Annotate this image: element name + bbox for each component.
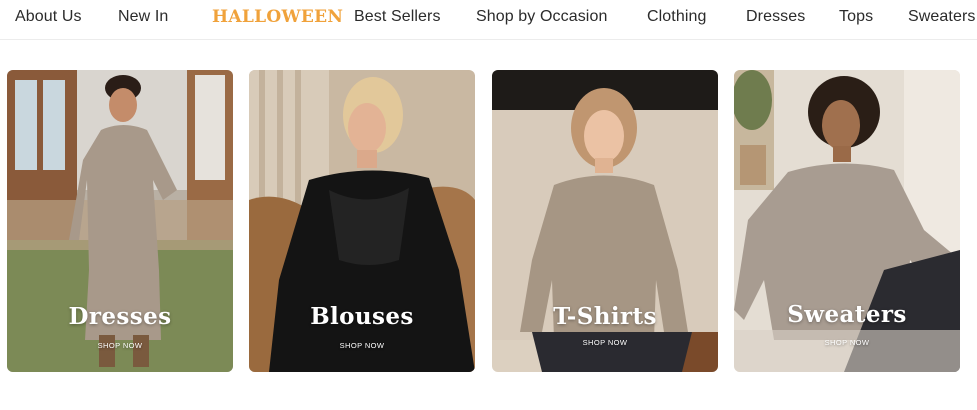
nav-item-about-us[interactable]: About Us [15,8,82,26]
category-card-sweaters[interactable]: Sweaters SHOP NOW [734,70,960,372]
shop-now-link[interactable]: SHOP NOW [734,338,960,347]
category-card-dresses[interactable]: Dresses SHOP NOW [7,70,233,372]
nav-item-best-sellers[interactable]: Best Sellers [354,8,441,26]
top-navigation: About Us New In HALLOWEEN Best Sellers S… [0,0,977,40]
category-title: T-Shirts [553,303,657,330]
nav-item-tops[interactable]: Tops [839,8,873,26]
category-title: Blouses [310,303,414,330]
shop-now-link[interactable]: SHOP NOW [492,338,718,347]
nav-item-new-in[interactable]: New In [118,8,168,26]
nav-item-halloween[interactable]: HALLOWEEN [212,7,343,27]
nav-item-dresses[interactable]: Dresses [746,8,805,26]
category-card-t-shirts[interactable]: T-Shirts SHOP NOW [492,70,718,372]
category-title: Dresses [68,303,172,330]
nav-item-sweaters[interactable]: Sweaters [908,8,976,26]
category-title: Sweaters [787,301,907,328]
category-card-blouses[interactable]: Blouses SHOP NOW [249,70,475,372]
shop-now-link[interactable]: SHOP NOW [7,341,233,350]
category-cards: Dresses SHOP NOW Blouses SHOP NOW T-Shir… [0,70,977,372]
nav-item-clothing[interactable]: Clothing [647,8,707,26]
nav-item-shop-by-occasion[interactable]: Shop by Occasion [476,8,607,26]
shop-now-link[interactable]: SHOP NOW [249,341,475,350]
